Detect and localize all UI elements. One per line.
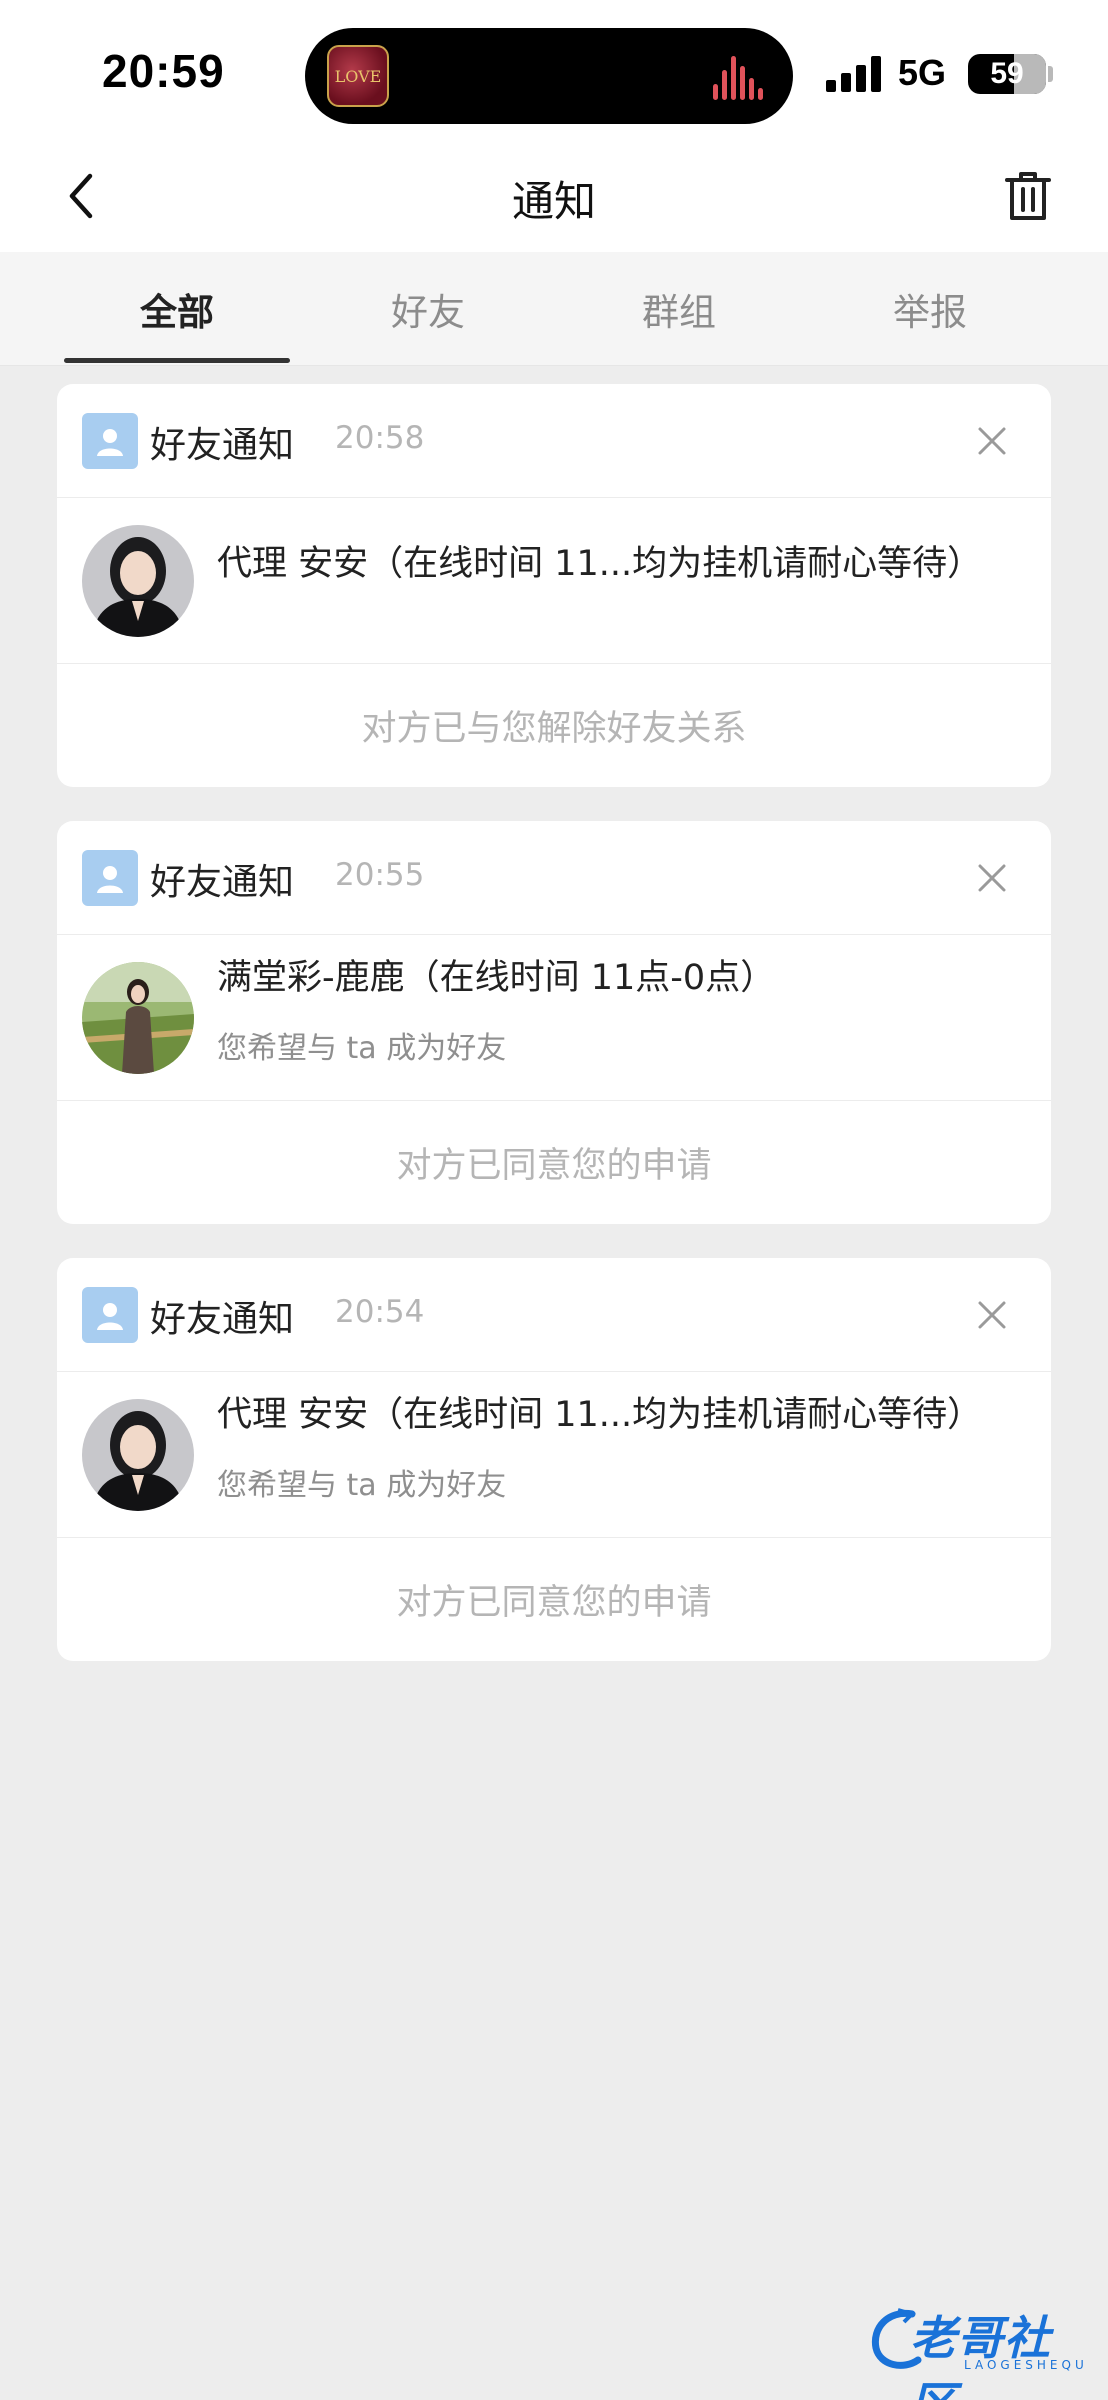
close-icon (978, 864, 1006, 892)
dismiss-button[interactable] (969, 1292, 1015, 1338)
tab-all[interactable]: 全部 (51, 252, 303, 366)
watermark-title: 老哥社区 (910, 2311, 1051, 2400)
friend-notice-icon (82, 1287, 138, 1343)
cellular-signal-icon (826, 56, 882, 92)
card-header: 好友通知 20:54 (57, 1258, 1051, 1372)
watermark-logo: 老哥社区 LAOGESHEQU (868, 2300, 1096, 2400)
notification-card[interactable]: 好友通知 20:55 满堂彩-鹿鹿（在线时间 11点-0点） 您希望与 ta 成… (57, 821, 1051, 1224)
user-name: 代理 安安（在线时间 11...均为挂机请耐心等待） (217, 1395, 983, 1435)
friend-notice-icon (82, 850, 138, 906)
page-title: 通知 (511, 177, 596, 226)
card-body[interactable]: 代理 安安（在线时间 11...均为挂机请耐心等待） 您希望与 ta 成为好友 (57, 1372, 1051, 1538)
battery-icon: 59 (968, 54, 1046, 94)
friend-notice-icon (82, 413, 138, 469)
request-message: 您希望与 ta 成为好友 (217, 1031, 507, 1066)
dismiss-button[interactable] (969, 418, 1015, 464)
card-body[interactable]: 满堂彩-鹿鹿（在线时间 11点-0点） 您希望与 ta 成为好友 (57, 935, 1051, 1101)
avatar[interactable] (82, 525, 194, 637)
card-type-label: 好友通知 (150, 862, 295, 903)
notification-card[interactable]: 好友通知 20:58 代理 安安（在线时间 11...均为挂机请耐心等待） 对方… (57, 384, 1051, 787)
tab-bar: 全部 好友 群组 举报 (0, 252, 1108, 366)
card-type-label: 好友通知 (150, 1299, 295, 1340)
status-time: 20:59 (102, 45, 225, 97)
network-type: 5G (898, 52, 947, 93)
card-time: 20:58 (335, 420, 425, 456)
island-app-icon[interactable]: LOVE (327, 45, 389, 107)
card-status: 对方已同意您的申请 (396, 1146, 712, 1186)
tab-groups[interactable]: 群组 (553, 252, 805, 366)
card-header: 好友通知 20:55 (57, 821, 1051, 935)
card-time: 20:55 (335, 857, 425, 893)
avatar[interactable] (82, 962, 194, 1074)
dismiss-button[interactable] (969, 855, 1015, 901)
user-name: 代理 安安（在线时间 11...均为挂机请耐心等待） (217, 544, 983, 584)
status-bar: 20:59 LOVE 5G 59 (0, 0, 1108, 140)
trash-icon (1005, 172, 1051, 220)
card-type-label: 好友通知 (150, 425, 295, 466)
card-header: 好友通知 20:58 (57, 384, 1051, 498)
card-status: 对方已与您解除好友关系 (361, 709, 747, 749)
nav-bar: 通知 (0, 140, 1108, 252)
notification-card[interactable]: 好友通知 20:54 代理 安安（在线时间 11...均为挂机请耐心等待） 您希… (57, 1258, 1051, 1661)
watermark-subtitle: LAOGESHEQU (964, 2358, 1088, 2372)
card-time: 20:54 (335, 1294, 425, 1330)
card-body[interactable]: 代理 安安（在线时间 11...均为挂机请耐心等待） (57, 498, 1051, 664)
active-tab-indicator (64, 358, 290, 363)
battery-nub (1048, 66, 1053, 82)
dynamic-island[interactable]: LOVE (305, 28, 793, 124)
close-icon (978, 427, 1006, 455)
tab-friends[interactable]: 好友 (302, 252, 554, 366)
request-message: 您希望与 ta 成为好友 (217, 1468, 507, 1503)
card-status: 对方已同意您的申请 (396, 1583, 712, 1623)
user-name: 满堂彩-鹿鹿（在线时间 11点-0点） (217, 958, 776, 998)
avatar[interactable] (82, 1399, 194, 1511)
close-icon (978, 1301, 1006, 1329)
battery-level: 59 (990, 57, 1024, 90)
delete-all-button[interactable] (996, 164, 1060, 228)
audio-wave-icon (713, 52, 769, 100)
tab-reports[interactable]: 举报 (804, 252, 1056, 366)
